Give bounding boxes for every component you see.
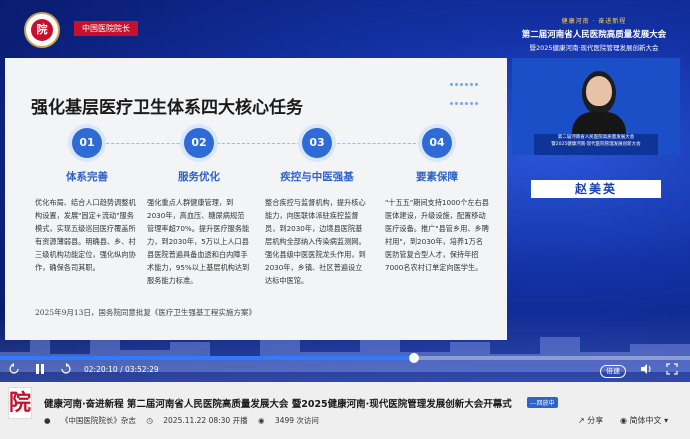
slide-title: 强化基层医疗卫生体系四大核心任务 — [31, 98, 303, 118]
task-card: 03 疾控与中医强基 整合疾控与监督机构，提升核心能力，向医联体派驻疾控监督员，… — [265, 128, 369, 287]
time-display: 02:20:10 / 03:52:29 — [84, 365, 159, 374]
slide-dots-decoration — [449, 72, 479, 110]
broadcast-date: 2025.11.22 08:30 开播 — [163, 416, 248, 425]
conference-title: 第二届河南省人民医院高质量发展大会 — [521, 30, 667, 40]
task-card: 04 要素保障 "十五五"期间支持1000个左右县医体建设，升级设施，配置移动医… — [385, 128, 489, 274]
task-number: 04 — [422, 128, 452, 158]
task-number: 03 — [302, 128, 332, 158]
language-selector[interactable]: ◉ 简体中文 ▾ — [620, 415, 668, 426]
task-title: 要素保障 — [416, 171, 458, 183]
task-number: 02 — [184, 128, 214, 158]
presentation-slide: 强化基层医疗卫生体系四大核心任务 01 体系完善 优化布局、结合人口趋势调整机构… — [5, 58, 507, 340]
progress-fill — [0, 356, 414, 360]
slide-footnote: 2025年9月13日，国务院同意批复《医疗卫生强基工程实施方案》 — [35, 308, 256, 317]
channel-name[interactable]: 《中国医院院长》杂志 — [61, 416, 136, 425]
playback-rate-button[interactable]: 倍速 — [600, 365, 626, 378]
task-title: 体系完善 — [66, 171, 108, 183]
task-card: 02 服务优化 强化重点人群健康管理，到2030年，高血压、糖尿病规范管理率超7… — [147, 128, 251, 287]
fullscreen-icon[interactable] — [666, 363, 678, 377]
share-button[interactable]: ↗ 分享 — [578, 415, 603, 426]
replay-badge: ---回放中 — [527, 397, 558, 408]
task-title: 服务优化 — [178, 171, 220, 183]
globe-icon: ◉ — [620, 416, 627, 425]
eye-icon: ◉ — [257, 416, 265, 425]
volume-icon[interactable] — [640, 363, 653, 377]
channel-avatar[interactable]: 院 — [8, 387, 32, 419]
task-body: 强化重点人群健康管理，到2030年，高血压、糖尿病规范管理率超70%。提升医疗服… — [147, 198, 250, 285]
conference-tagline: 健康河南 · 奋进新程 — [561, 18, 627, 25]
video-meta: ● 《中国医院院长》杂志 ◷ 2025.11.22 08:30 开播 ◉ 349… — [44, 415, 327, 426]
task-title: 疾控与中医强基 — [280, 171, 354, 183]
duration: 03:52:29 — [125, 365, 159, 374]
speaker-video: 第二届河南省人民医院高质量发展大会 暨2025健康河南·现代医院管理发展创新大会 — [512, 58, 680, 155]
task-card: 01 体系完善 优化布局、结合人口趋势调整机构设置，发展"固定+流动"服务模式，… — [35, 128, 139, 274]
conference-header: 健康河南 · 奋进新程 第二届河南省人民医院高质量发展大会 暨2025健康河南·… — [514, 16, 674, 52]
speaker-name-tag: 赵美英 — [531, 180, 661, 198]
video-stage[interactable]: 院 中国医院院长 健康河南 · 奋进新程 第二届河南省人民医院高质量发展大会 暨… — [0, 0, 690, 382]
video-info-bar: 院 健康河南·奋进新程 第二届河南省人民医院高质量发展大会 暨2025健康河南·… — [0, 382, 690, 439]
player-controls: 02:20:10 / 03:52:29 倍速 — [0, 362, 690, 382]
chevron-down-icon: ▾ — [664, 416, 669, 425]
task-body: 整合疾控与监督机构，提升核心能力，向医联体派驻疾控监督员，到2030年，边境县医… — [265, 198, 366, 285]
rewind-icon[interactable] — [8, 363, 20, 377]
task-body: 优化布局、结合人口趋势调整机构设置，发展"固定+流动"服务模式，实现五级巡回医疗… — [35, 198, 136, 272]
user-icon: ● — [44, 416, 51, 425]
progress-bar[interactable] — [0, 353, 690, 363]
conference-subtitle: 暨2025健康河南·现代医院管理发展创新大会 — [529, 44, 659, 52]
speaker-figure — [586, 76, 612, 106]
pause-icon[interactable] — [34, 363, 46, 377]
share-icon: ↗ — [578, 416, 585, 425]
podium-banner: 第二届河南省人民医院高质量发展大会 暨2025健康河南·现代医院管理发展创新大会 — [534, 134, 658, 155]
view-count: 3499 次访问 — [274, 416, 319, 425]
task-number: 01 — [72, 128, 102, 158]
clock-icon: ◷ — [146, 416, 153, 425]
forward-icon[interactable] — [60, 363, 72, 377]
hospital-logo: 院 — [24, 12, 60, 48]
brand-logo: 中国医院院长 — [74, 21, 138, 36]
video-title: 健康河南·奋进新程 第二届河南省人民医院高质量发展大会 暨2025健康河南·现代… — [44, 399, 512, 410]
task-body: "十五五"期间支持1000个左右县医体建设，升级设施，配置移动医疗设备。推广"县… — [385, 198, 489, 272]
current-time: 02:20:10 — [84, 365, 118, 374]
